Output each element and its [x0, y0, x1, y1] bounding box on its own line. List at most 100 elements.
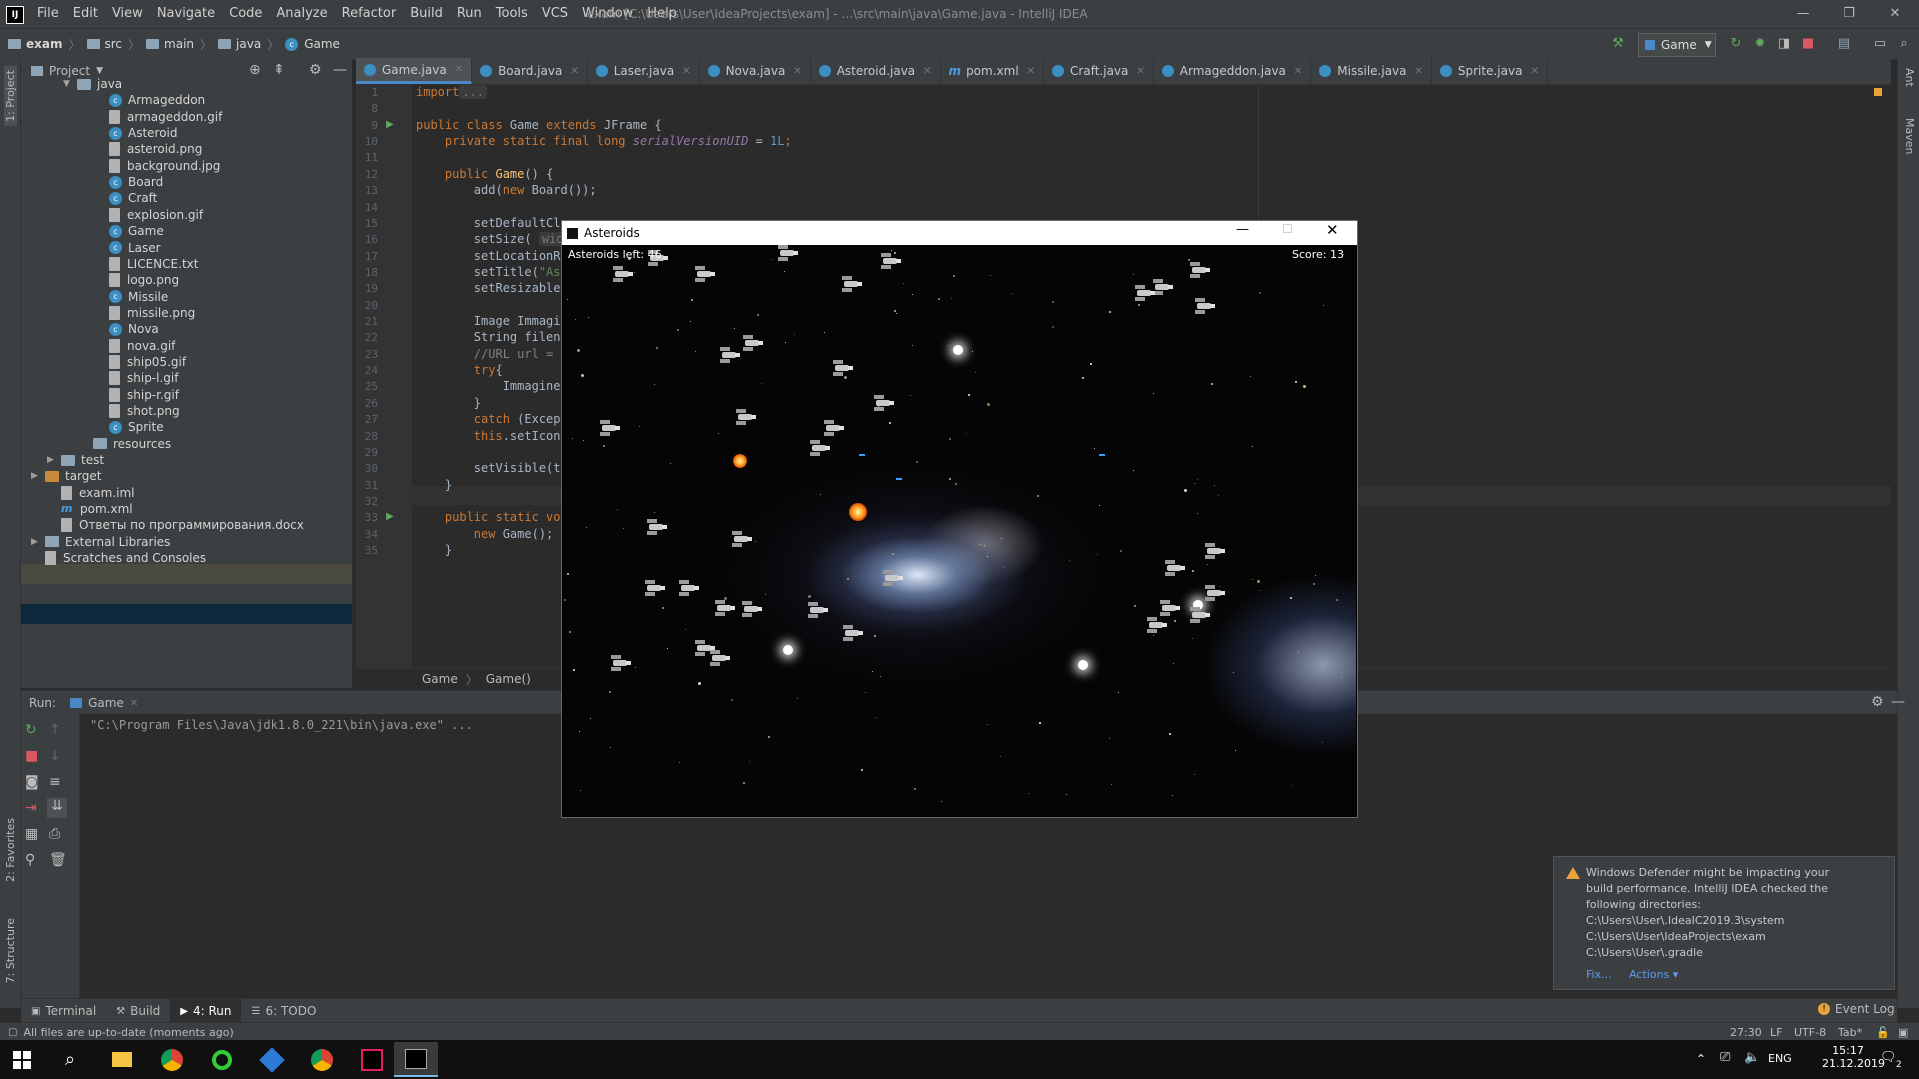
- close-icon[interactable]: ✕: [1294, 66, 1302, 77]
- pin-icon[interactable]: ⚲: [25, 852, 35, 868]
- menu-tools[interactable]: Tools: [489, 0, 535, 28]
- network-icon[interactable]: ⎚: [1720, 1050, 1730, 1065]
- asteroids-game-window[interactable]: Asteroids — ☐ ✕ Asteroids left: 46 Score…: [562, 221, 1357, 817]
- tab-asteroid-java[interactable]: Asteroid.java ✕: [811, 58, 941, 84]
- intellij-icon[interactable]: [350, 1042, 394, 1077]
- collapse-all-icon[interactable]: ⇞: [273, 62, 285, 78]
- chrome-icon[interactable]: [150, 1042, 194, 1077]
- menu-edit[interactable]: Edit: [66, 0, 105, 28]
- hide-icon[interactable]: —: [1891, 694, 1905, 710]
- crumb-game[interactable]: c Game: [285, 37, 340, 51]
- soft-wrap-icon[interactable]: ≡: [49, 774, 61, 790]
- crumb-java[interactable]: java: [218, 37, 261, 51]
- close-button[interactable]: ✕: [1872, 0, 1918, 28]
- tab-game-java[interactable]: Game.java ✕: [356, 58, 473, 84]
- hide-icon[interactable]: —: [333, 62, 347, 78]
- restore-button[interactable]: ❐: [1826, 0, 1872, 28]
- close-button[interactable]: ✕: [1326, 221, 1339, 239]
- indent-setting[interactable]: Tab*: [1838, 1026, 1862, 1039]
- green-app-icon[interactable]: [200, 1042, 244, 1077]
- tab-pom-xml[interactable]: m pom.xml ✕: [941, 58, 1045, 84]
- menu-build[interactable]: Build: [403, 0, 450, 28]
- line-separator[interactable]: LF: [1770, 1026, 1782, 1039]
- run-gutter-icon[interactable]: ▶: [386, 511, 394, 522]
- clock[interactable]: 15:17 21.12.2019: [1822, 1044, 1885, 1070]
- close-icon[interactable]: ✕: [682, 66, 690, 77]
- tab-armageddon-java[interactable]: Armageddon.java ✕: [1154, 58, 1312, 84]
- app-icon[interactable]: [250, 1042, 294, 1077]
- status-icon[interactable]: ▢: [8, 1027, 17, 1038]
- tree-item[interactable]: resources: [93, 434, 171, 454]
- tab-maven[interactable]: Maven: [1903, 118, 1916, 154]
- action-center-icon[interactable]: 🗨: [1880, 1050, 1897, 1065]
- bottom-tab-terminal[interactable]: ▣ Terminal: [21, 999, 106, 1023]
- tab-structure[interactable]: 7: Structure: [4, 918, 17, 983]
- crumb-method[interactable]: Game(): [486, 672, 531, 686]
- memory-icon[interactable]: ▣: [1898, 1026, 1908, 1039]
- fix-link[interactable]: Fix...: [1586, 968, 1612, 981]
- maximize-button[interactable]: ☐: [1282, 222, 1293, 236]
- crumb-exam[interactable]: exam: [8, 37, 62, 51]
- java-app-icon[interactable]: [394, 1042, 438, 1077]
- tab-favorites[interactable]: 2: Favorites: [4, 818, 17, 882]
- close-icon[interactable]: ✕: [455, 64, 463, 75]
- game-title-bar[interactable]: Asteroids — ☐ ✕: [562, 221, 1357, 245]
- tab-ant[interactable]: Ant: [1903, 68, 1916, 87]
- debug-icon[interactable]: ✹: [1752, 36, 1768, 52]
- close-icon[interactable]: ✕: [923, 66, 931, 77]
- run-gutter-icon[interactable]: ▶: [386, 119, 394, 130]
- menu-view[interactable]: View: [105, 0, 150, 28]
- language-indicator[interactable]: ENG: [1768, 1052, 1792, 1065]
- scroll-to-end-icon[interactable]: ⇊: [47, 798, 67, 818]
- tab-sprite-java[interactable]: Sprite.java ✕: [1432, 58, 1548, 84]
- crumb-main[interactable]: main: [146, 37, 194, 51]
- tab-project[interactable]: 1: Project: [4, 66, 17, 126]
- search-icon[interactable]: ⌕: [48, 1042, 92, 1077]
- game-canvas[interactable]: Asteroids left: 46 Score: 13: [563, 245, 1356, 816]
- event-log-button[interactable]: ! Event Log: [1818, 1002, 1895, 1016]
- run-config-select[interactable]: Game ▼: [1638, 33, 1716, 57]
- camera-icon[interactable]: ◙: [25, 774, 39, 790]
- warning-marker[interactable]: [1874, 88, 1882, 96]
- close-icon[interactable]: ✕: [793, 66, 801, 77]
- menu-run[interactable]: Run: [450, 0, 489, 28]
- menu-navigate[interactable]: Navigate: [150, 0, 222, 28]
- search-icon[interactable]: ⌕: [1896, 36, 1912, 52]
- tab-nova-java[interactable]: Nova.java ✕: [700, 58, 811, 84]
- crumb-class[interactable]: Game: [422, 672, 458, 686]
- coverage-icon[interactable]: ◨: [1776, 36, 1792, 52]
- menu-file[interactable]: File: [30, 0, 66, 28]
- close-icon[interactable]: ✕: [130, 698, 138, 709]
- bottom-tab-run[interactable]: ▶ 4: Run: [170, 999, 242, 1023]
- bottom-tab-build[interactable]: ⚒ Build: [106, 999, 170, 1023]
- trash-icon[interactable]: 🗑: [49, 852, 67, 868]
- close-icon[interactable]: ✕: [1415, 66, 1423, 77]
- build-hammer-icon[interactable]: ⚒: [1610, 36, 1626, 52]
- collapse-arrow-icon[interactable]: ▶: [31, 466, 41, 486]
- stop-icon[interactable]: ■: [1800, 36, 1816, 52]
- close-icon[interactable]: ✕: [570, 66, 578, 77]
- minimize-button[interactable]: —: [1236, 222, 1249, 237]
- bottom-tab-todo[interactable]: ☰ 6: TODO: [241, 999, 326, 1023]
- menu-vcs[interactable]: VCS: [535, 0, 575, 28]
- run-tab-game[interactable]: Game: [88, 696, 124, 710]
- menu-code[interactable]: Code: [222, 0, 269, 28]
- gear-icon[interactable]: ⚙: [309, 62, 322, 78]
- crumb-src[interactable]: src: [86, 37, 122, 51]
- expand-arrow-icon[interactable]: ▼: [63, 74, 73, 94]
- print-icon[interactable]: ⎙: [49, 826, 60, 842]
- collapse-arrow-icon[interactable]: ▶: [31, 532, 41, 552]
- caret-position[interactable]: 27:30: [1730, 1026, 1762, 1039]
- down-arrow-icon[interactable]: ↓: [49, 748, 61, 764]
- minimize-button[interactable]: —: [1780, 0, 1826, 28]
- exit-icon[interactable]: ⇥: [25, 800, 37, 816]
- volume-icon[interactable]: 🔈: [1744, 1050, 1760, 1065]
- tab-missile-java[interactable]: Missile.java ✕: [1311, 58, 1432, 84]
- close-icon[interactable]: ✕: [1530, 66, 1538, 77]
- windows-start-icon[interactable]: [0, 1042, 44, 1077]
- close-icon[interactable]: ✕: [1027, 66, 1035, 77]
- up-arrow-icon[interactable]: ↑: [49, 722, 61, 738]
- layout-icon[interactable]: ▦: [25, 826, 38, 842]
- tree-item[interactable]: Scratches and Consoles: [45, 548, 206, 568]
- tray-up-icon[interactable]: ⌃: [1696, 1052, 1706, 1066]
